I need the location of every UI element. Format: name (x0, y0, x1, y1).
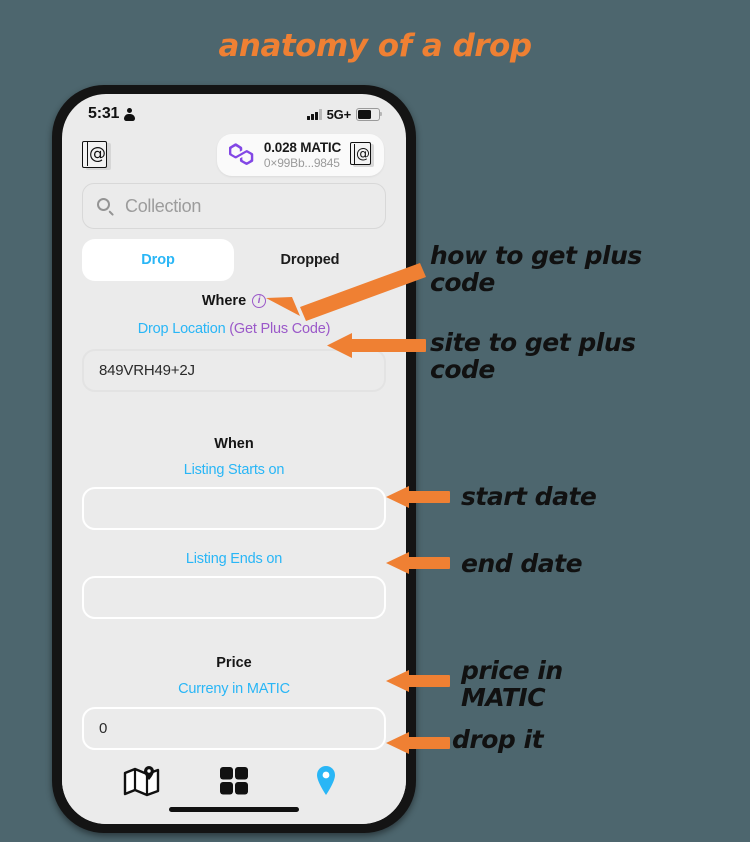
get-plus-code-label: (Get Plus Code) (229, 321, 331, 337)
annotation-site-to-get-plus-code: site to get plus code (430, 328, 636, 384)
when-heading-label: When (214, 436, 254, 452)
person-icon (124, 107, 136, 121)
wallet-text: 0.028 MATIC 0×99Bb...9845 (264, 140, 341, 170)
wallet-address: 0×99Bb...9845 (263, 155, 340, 170)
wallet-balance: 0.028 MATIC (263, 139, 341, 155)
drop-form: Where i Drop Location (Get Plus Code) 84… (62, 281, 406, 807)
annotation-how-to-get-plus-code: how to get plus code (430, 241, 642, 297)
get-plus-code-link[interactable]: Drop Location (Get Plus Code) (82, 321, 386, 337)
listing-starts-label: Listing Starts on (183, 462, 285, 478)
home-indicator (169, 807, 299, 812)
info-circle-icon[interactable]: i (252, 294, 267, 308)
wallet-card[interactable]: 0.028 MATIC 0×99Bb...9845 @ (216, 133, 384, 177)
grid-squares-icon[interactable] (215, 764, 253, 798)
annotation-price-in-matic: price in MATIC (461, 656, 563, 712)
status-bar: 5:31 5G+ (62, 94, 406, 130)
at-book-icon[interactable]: @ (82, 140, 111, 170)
status-bar-right: 5G+ (307, 106, 383, 122)
listing-ends-label: Listing Ends on (185, 551, 283, 567)
status-time: 5:31 (88, 105, 120, 122)
price-input[interactable]: 0 (82, 707, 386, 750)
page-title: anatomy of a drop (218, 28, 532, 64)
search-icon (97, 197, 114, 215)
annotation-drop-it: drop it (452, 725, 544, 754)
annotation-end-date: end date (461, 549, 583, 578)
search-wrap: Collection (62, 180, 406, 229)
signal-bars-icon (307, 108, 322, 120)
network-label: 5G+ (326, 106, 352, 122)
tab-drop[interactable]: Drop (82, 239, 234, 281)
where-section-heading: Where i (82, 293, 386, 309)
polygon-logo-icon (228, 143, 254, 165)
where-heading-label: Where (201, 293, 247, 309)
phone-frame: 5:31 5G+ @ 0.028 MATIC 0×99Bb...9845 @ C… (52, 85, 416, 833)
plus-code-input[interactable]: 849VRH49+2J (82, 349, 386, 392)
search-placeholder: Collection (125, 195, 202, 216)
currency-label: Curreny in MATIC (178, 681, 290, 697)
annotation-start-date: start date (461, 482, 597, 511)
search-input[interactable]: Collection (82, 183, 386, 229)
at-badge-icon[interactable]: @ (350, 142, 375, 168)
status-bar-left: 5:31 (88, 105, 136, 123)
listing-ends-input[interactable] (82, 576, 386, 619)
map-pin-icon[interactable] (123, 764, 161, 798)
location-pin-icon[interactable] (307, 764, 345, 798)
listing-starts-input[interactable] (82, 487, 386, 530)
tab-bar: Drop Dropped (62, 229, 406, 281)
phone-screen: 5:31 5G+ @ 0.028 MATIC 0×99Bb...9845 @ C… (62, 94, 406, 824)
bottom-nav (62, 752, 406, 824)
wallet-row: @ 0.028 MATIC 0×99Bb...9845 @ (62, 130, 406, 180)
battery-icon (356, 107, 383, 121)
tab-dropped[interactable]: Dropped (234, 239, 386, 281)
drop-location-label: Drop Location (137, 321, 230, 337)
when-section-heading: When (82, 436, 386, 452)
price-section-heading: Price (82, 655, 386, 671)
price-heading-label: Price (216, 655, 252, 671)
